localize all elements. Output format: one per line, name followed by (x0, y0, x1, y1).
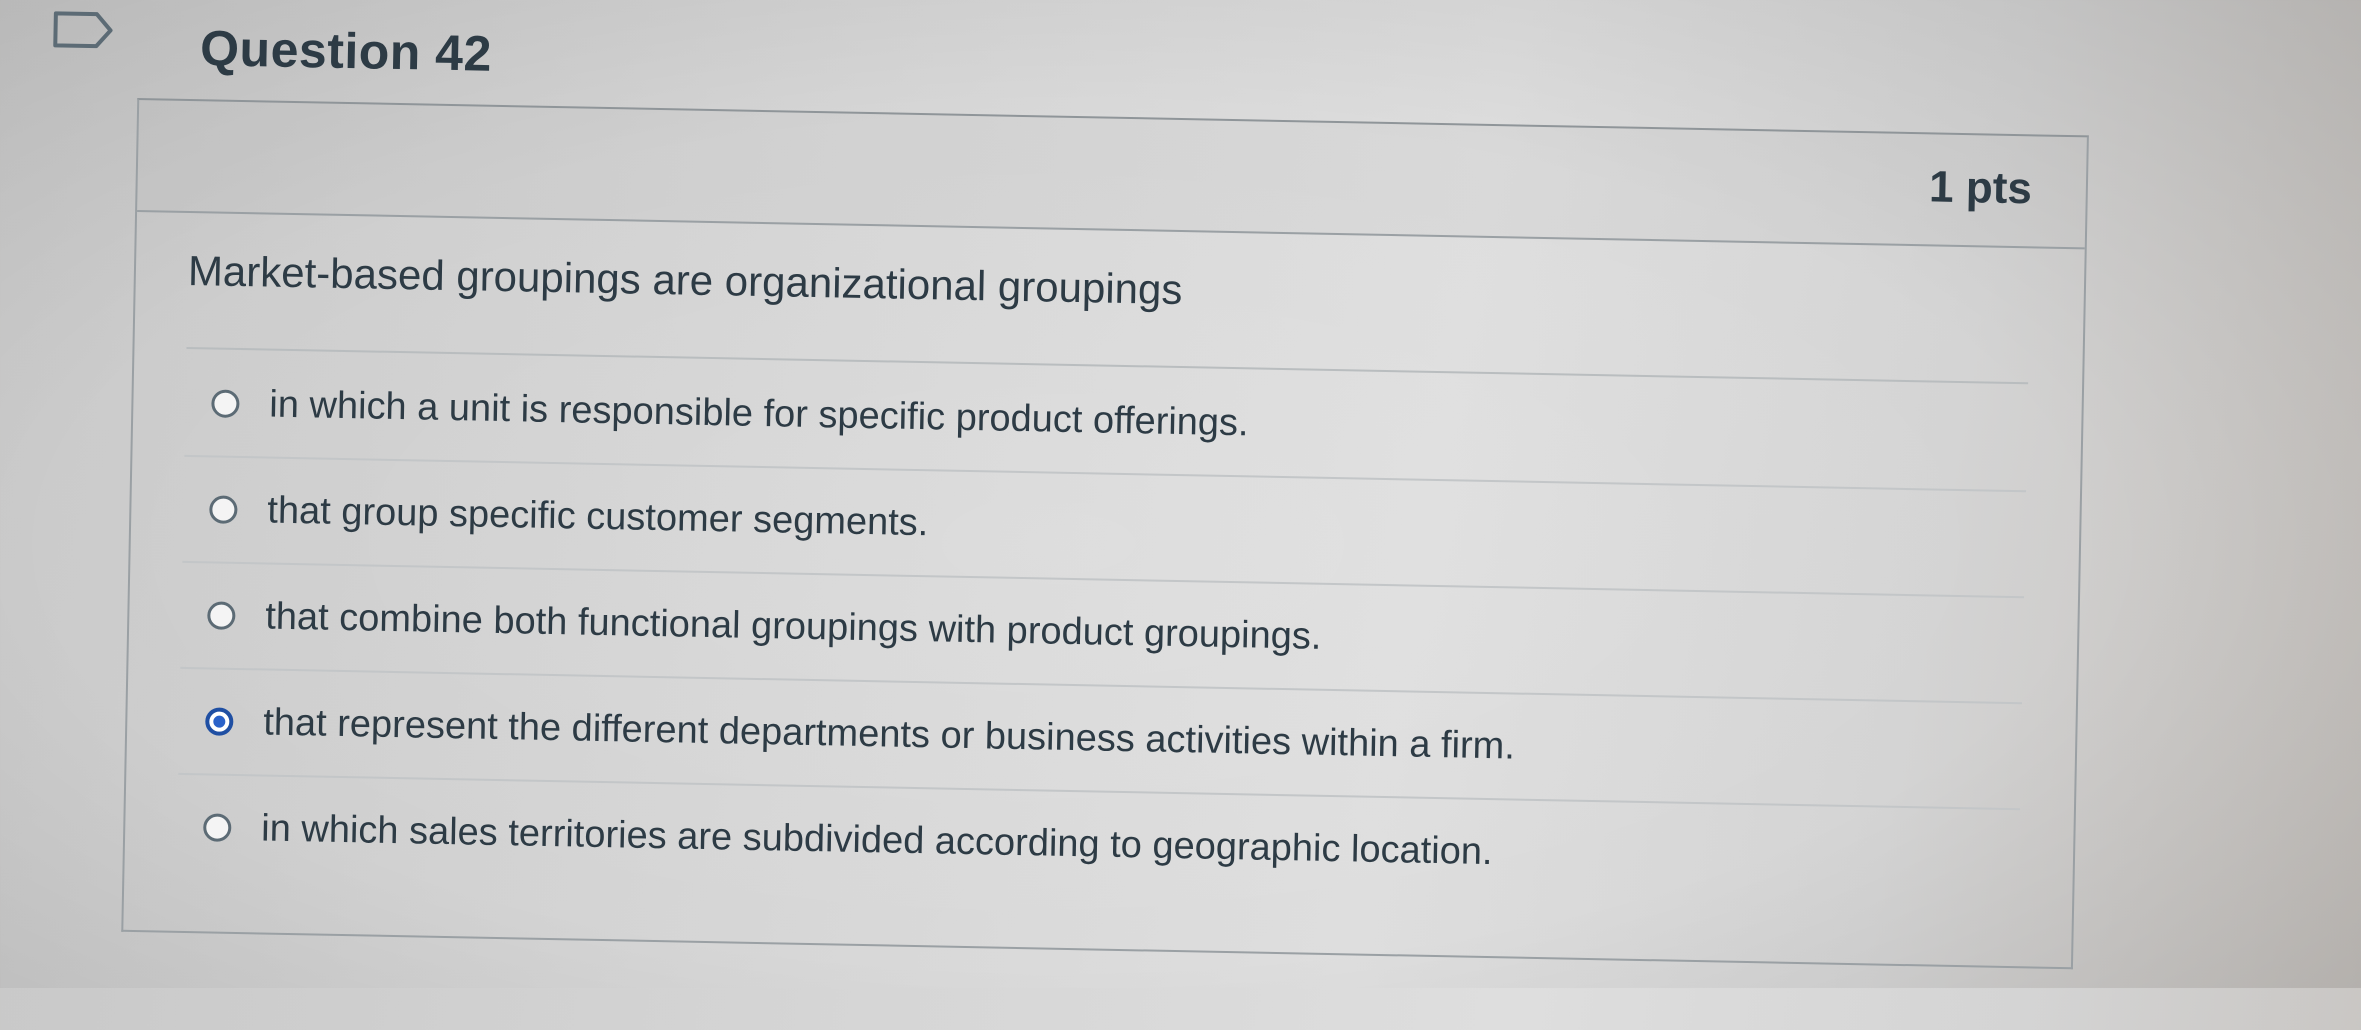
quiz-question-panel: Question 42 1 pts Market-based groupings… (0, 0, 2361, 1030)
answer-label[interactable]: that represent the different departments… (263, 701, 1515, 768)
question-header: 1 pts (137, 99, 2087, 250)
question-title: Question 42 (199, 20, 493, 82)
answer-label[interactable]: in which a unit is responsible for speci… (269, 383, 1249, 445)
question-points: 1 pts (1928, 162, 2033, 214)
flag-question-icon[interactable] (52, 10, 117, 49)
radio-unchecked-icon[interactable] (207, 601, 236, 630)
answer-label[interactable]: in which sales territories are subdivide… (261, 807, 1493, 874)
radio-unchecked-icon[interactable] (211, 389, 240, 418)
radio-unchecked-icon[interactable] (203, 813, 232, 842)
answer-label[interactable]: that group specific customer segments. (267, 489, 929, 545)
radio-checked-icon[interactable] (205, 707, 234, 736)
answer-label[interactable]: that combine both functional groupings w… (265, 595, 1322, 658)
radio-unchecked-icon[interactable] (209, 495, 238, 524)
question-text: Market-based groupings are organizationa… (187, 246, 1183, 314)
question-box: 1 pts Market-based groupings are organiz… (121, 97, 2089, 970)
answer-list: in which a unit is responsible for speci… (176, 350, 2029, 914)
